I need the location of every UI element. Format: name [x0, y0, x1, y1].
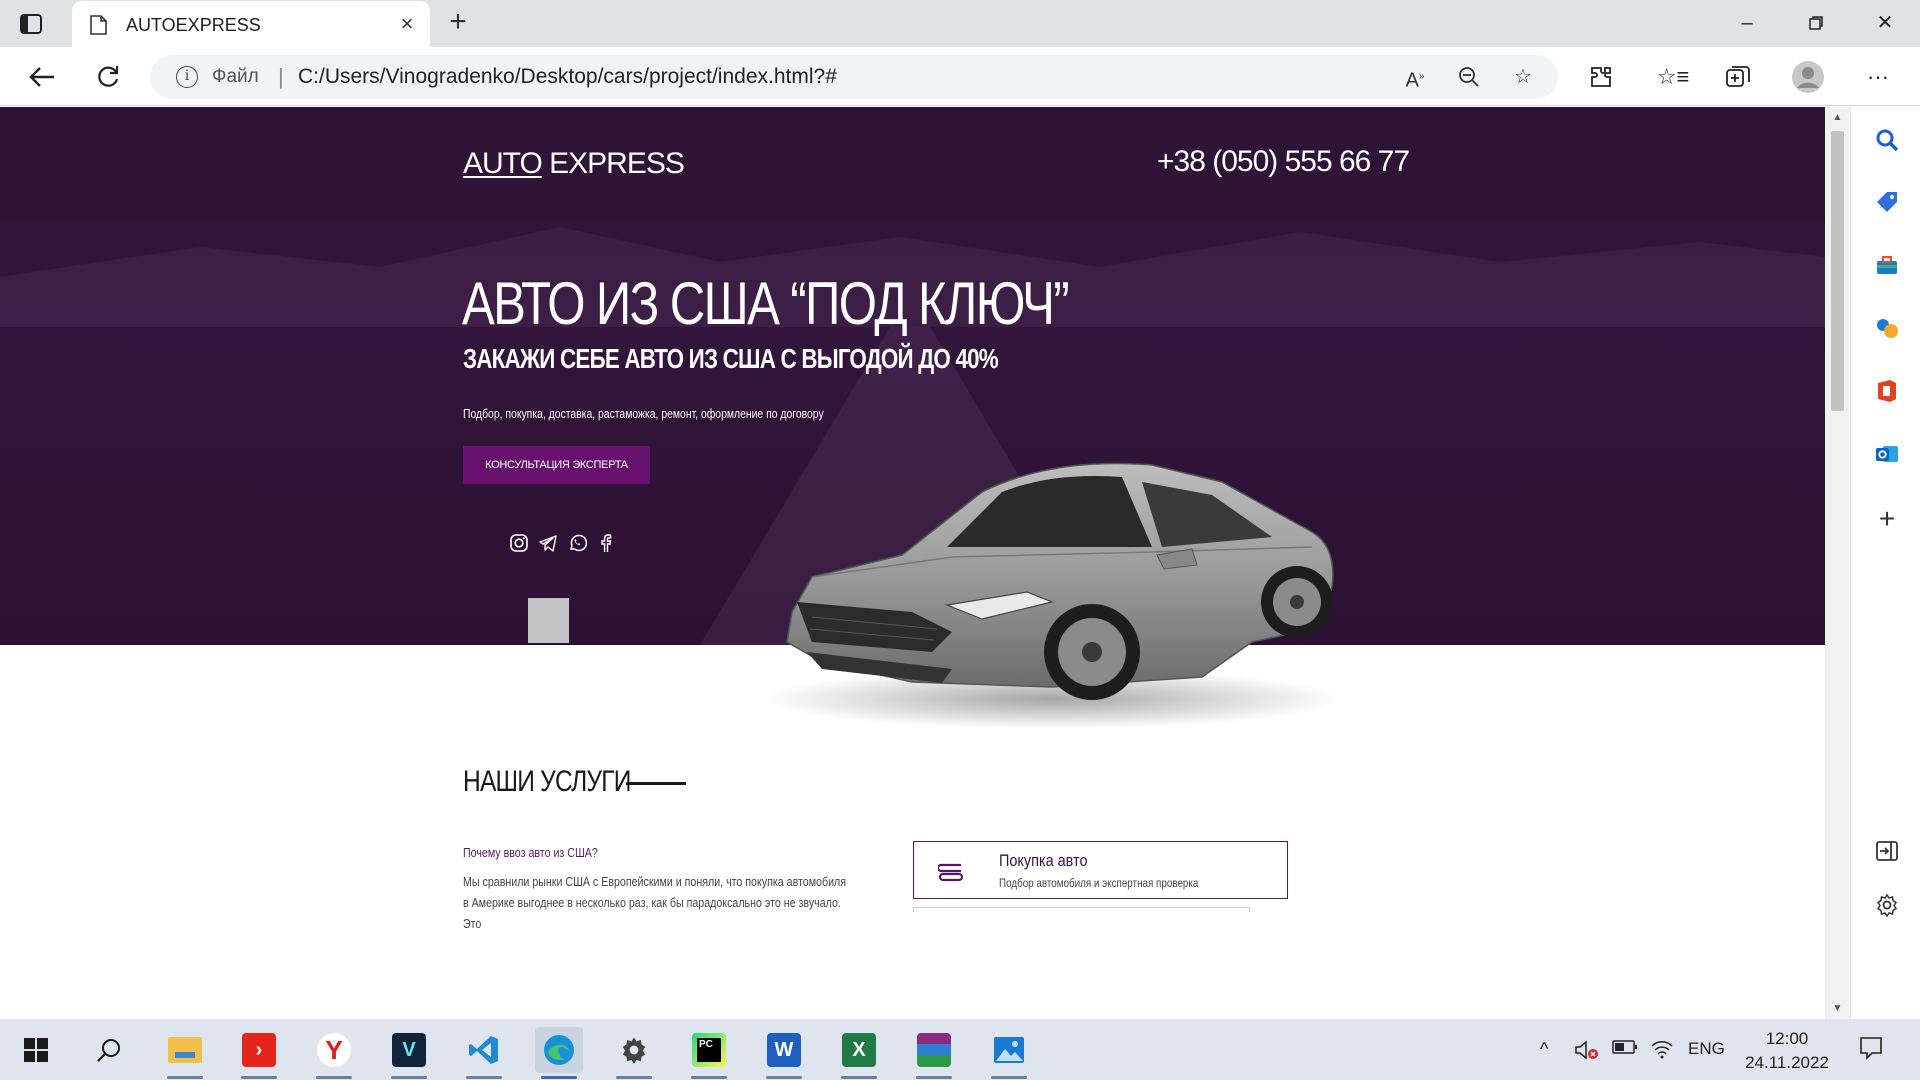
phone-number[interactable]: +38 (050) 555 66 77 — [1157, 145, 1410, 179]
add-icon[interactable]: + — [1873, 505, 1901, 533]
excel-icon[interactable]: X — [835, 1027, 883, 1079]
tools-icon[interactable] — [1873, 252, 1901, 280]
favorites-icon[interactable]: ☆≡ — [1655, 59, 1691, 95]
hide-sidebar-icon[interactable] — [1873, 839, 1901, 867]
profile-avatar[interactable] — [1790, 59, 1826, 95]
why-usa-heading: Почему ввоз авто из США? — [463, 845, 598, 860]
site-logo[interactable]: AUTO EXPRESS — [463, 147, 685, 181]
edge-icon[interactable] — [535, 1027, 583, 1079]
show-hidden-icons[interactable]: ^ — [1540, 1039, 1548, 1060]
office-icon[interactable] — [1873, 378, 1901, 406]
settings-icon[interactable] — [1873, 893, 1901, 921]
tab-actions-icon[interactable] — [18, 11, 44, 37]
back-button[interactable] — [24, 59, 60, 95]
service-card-subtitle: Подбор автомобиля и экспертная проверка — [999, 876, 1199, 890]
clock-date: 24.11.2022 — [1745, 1053, 1829, 1072]
expert-consultation-button[interactable]: КОНСУЛЬТАЦИЯ ЭКСПЕРТА — [463, 446, 650, 484]
search-icon[interactable] — [1873, 126, 1901, 154]
photos-icon[interactable] — [985, 1027, 1033, 1079]
word-icon[interactable]: W — [760, 1027, 808, 1079]
zoom-out-icon[interactable] — [1456, 64, 1482, 90]
new-tab-button[interactable]: + — [444, 7, 472, 37]
scheme-label: Файл — [212, 66, 259, 87]
games-icon[interactable] — [1873, 315, 1901, 343]
anydesk-icon[interactable]: › — [235, 1027, 283, 1079]
windows-taskbar: › Y V PC W X ^ ENG 12:00 24.11.2022 — [0, 1019, 1920, 1080]
page-subtitle: ЗАКАЖИ СЕБЕ АВТО ИЗ США С ВЫГОДОЙ ДО 40% — [463, 343, 999, 374]
vscode-icon[interactable] — [460, 1027, 508, 1079]
close-icon[interactable]: × — [396, 13, 418, 35]
service-card-title: Покупка авто — [999, 851, 1088, 870]
file-explorer-icon[interactable] — [161, 1027, 209, 1079]
car-image — [762, 462, 1342, 729]
info-icon[interactable]: i — [176, 66, 198, 88]
clock-time: 12:00 — [1765, 1029, 1809, 1048]
battery-icon[interactable] — [1612, 1039, 1638, 1060]
whatsapp-icon[interactable] — [567, 533, 588, 553]
tab-title: AUTOEXPRESS — [126, 15, 261, 35]
pycharm-icon[interactable]: PC — [685, 1027, 733, 1079]
page-scrollbar[interactable]: ▲ ▼ — [1825, 107, 1850, 1019]
yandex-browser-icon[interactable]: Y — [310, 1027, 358, 1079]
page-title: АВТО ИЗ США “ПОД КЛЮЧ” — [462, 270, 1070, 337]
restore-button[interactable] — [1793, 8, 1839, 38]
page-icon — [90, 15, 107, 35]
v-app-icon[interactable]: V — [385, 1027, 433, 1079]
extensions-icon[interactable] — [1583, 59, 1619, 95]
wifi-icon[interactable] — [1650, 1039, 1674, 1064]
facebook-icon[interactable] — [596, 533, 616, 553]
services-divider — [626, 782, 686, 785]
scroll-up-icon[interactable]: ▲ — [1831, 112, 1844, 123]
notifications-icon[interactable] — [1858, 1035, 1884, 1066]
clock[interactable]: 12:00 24.11.2022 — [1742, 1027, 1832, 1075]
more-menu-icon[interactable]: ··· — [1860, 59, 1896, 95]
read-aloud-icon[interactable]: A» — [1402, 64, 1428, 92]
minimize-button[interactable]: – — [1724, 8, 1770, 38]
service-card-next[interactable] — [913, 907, 1250, 912]
winrar-icon[interactable] — [910, 1027, 958, 1079]
services-heading: НАШИ УСЛУГИ — [463, 765, 631, 798]
placeholder-square — [528, 598, 569, 643]
instagram-icon[interactable] — [509, 533, 529, 553]
social-links — [509, 533, 616, 557]
telegram-icon[interactable] — [538, 533, 558, 553]
start-button[interactable] — [12, 1027, 60, 1073]
scroll-down-icon[interactable]: ▼ — [1831, 1003, 1844, 1014]
taskbar-search-icon[interactable] — [85, 1027, 133, 1073]
tab-autoexpress[interactable]: AUTOEXPRESS × — [72, 1, 430, 47]
edge-sidebar: + — [1850, 107, 1920, 1019]
tab-strip: AUTOEXPRESS × + – ✕ — [0, 0, 1920, 47]
refresh-button[interactable] — [90, 59, 126, 95]
address-bar[interactable]: i Файл | C:/Users/Vinogradenko/Desktop/c… — [150, 55, 1558, 99]
settings-app-icon[interactable] — [610, 1027, 658, 1079]
collections-icon[interactable] — [1720, 59, 1756, 95]
url-text[interactable]: C:/Users/Vinogradenko/Desktop/cars/proje… — [298, 65, 837, 89]
scrollbar-thumb[interactable] — [1831, 131, 1844, 411]
close-window-button[interactable]: ✕ — [1862, 8, 1908, 38]
shopping-tag-icon[interactable] — [1873, 189, 1901, 217]
separator: | — [278, 64, 284, 89]
service-card-purchase[interactable]: Покупка авто Подбор автомобиля и эксперт… — [913, 841, 1288, 899]
car-purchase-icon — [936, 859, 964, 883]
why-usa-text: Мы сравнили рынки США с Европейскими и п… — [463, 874, 847, 931]
navigation-bar: i Файл | C:/Users/Vinogradenko/Desktop/c… — [0, 47, 1920, 106]
hero-description: Подбор, покупка, доставка, растаможка, р… — [463, 406, 824, 421]
page-viewport: AUTO EXPRESS +38 (050) 555 66 77 АВТО ИЗ… — [0, 107, 1825, 1019]
add-favorite-icon[interactable]: ☆ — [1510, 64, 1536, 90]
volume-muted-icon[interactable] — [1573, 1039, 1601, 1066]
outlook-icon[interactable] — [1873, 441, 1901, 469]
language-indicator[interactable]: ENG — [1688, 1039, 1725, 1059]
